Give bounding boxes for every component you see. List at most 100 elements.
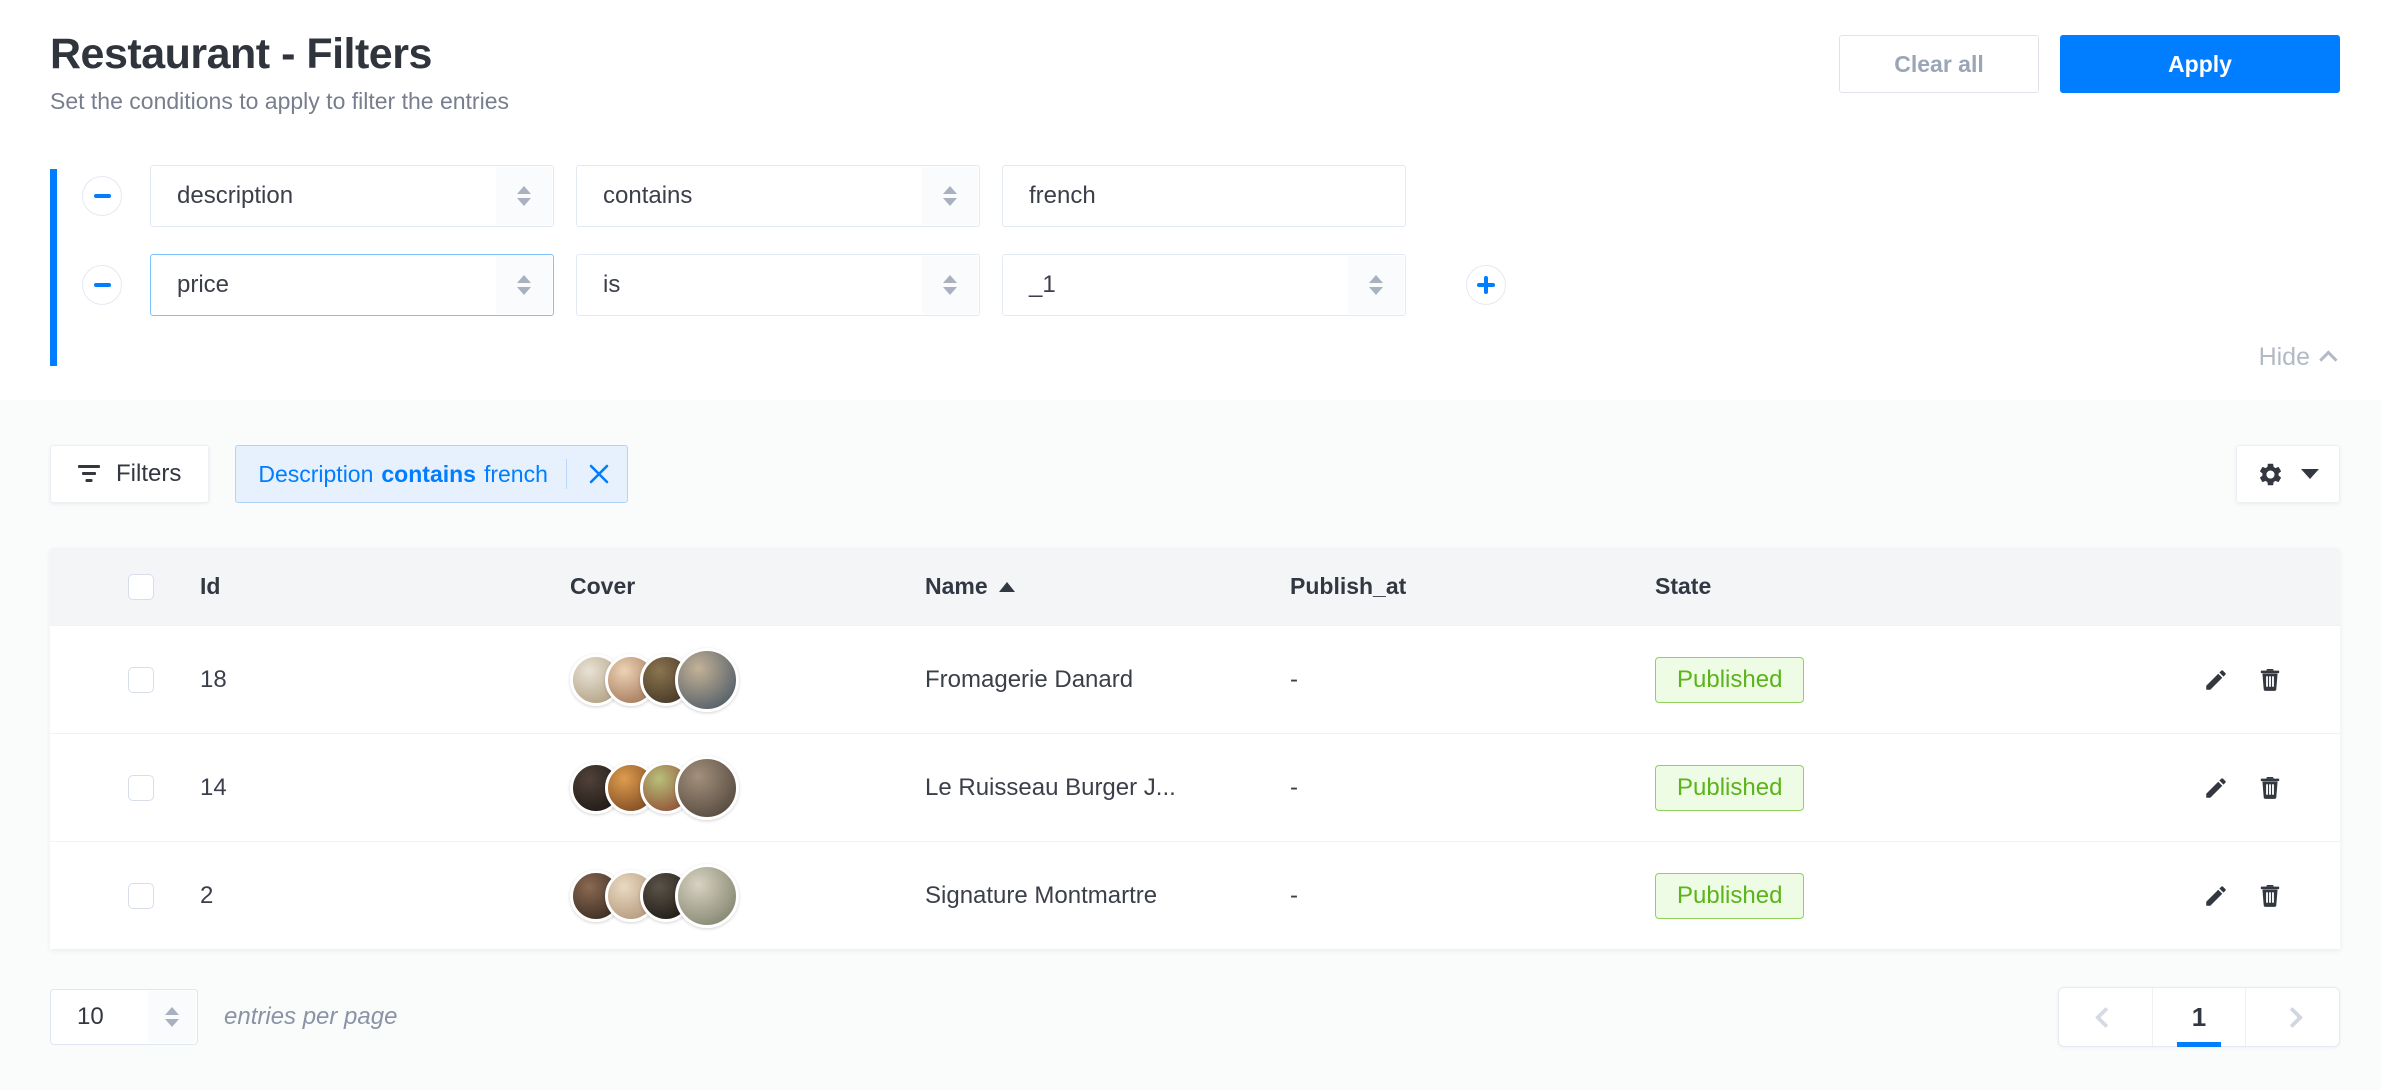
field-select-value: price bbox=[177, 271, 229, 299]
plus-icon bbox=[1477, 276, 1495, 294]
add-filter-button[interactable] bbox=[1466, 265, 1506, 305]
filter-row: description contains bbox=[82, 165, 2381, 227]
chevron-right-icon bbox=[2282, 1006, 2303, 1027]
header-checkbox-cell bbox=[50, 574, 200, 600]
caret-down-icon bbox=[2301, 469, 2319, 479]
status-badge: Published bbox=[1655, 765, 1804, 811]
filter-icon bbox=[78, 465, 100, 483]
cell-id: 2 bbox=[200, 882, 570, 910]
status-badge: Published bbox=[1655, 657, 1804, 703]
filter-tag-value: french bbox=[484, 461, 548, 488]
cell-name: Le Ruisseau Burger J... bbox=[925, 774, 1290, 802]
chevron-left-icon bbox=[2095, 1006, 2116, 1027]
page-header: Restaurant - Filters Set the conditions … bbox=[0, 0, 2381, 115]
previous-page-button[interactable] bbox=[2059, 988, 2152, 1046]
select-arrows-icon bbox=[148, 991, 196, 1043]
header-actions: Clear all Apply bbox=[1839, 35, 2340, 115]
delete-button[interactable] bbox=[2256, 666, 2284, 694]
field-select[interactable]: price bbox=[150, 254, 554, 316]
delete-button[interactable] bbox=[2256, 882, 2284, 910]
filters-button[interactable]: Filters bbox=[50, 445, 209, 503]
select-all-checkbox[interactable] bbox=[128, 574, 154, 600]
cell-id: 14 bbox=[200, 774, 570, 802]
cell-publish-at: - bbox=[1290, 774, 1655, 802]
value-select[interactable]: _1 bbox=[1002, 254, 1406, 316]
column-header-name[interactable]: Name bbox=[925, 573, 1290, 600]
tag-divider bbox=[566, 459, 567, 489]
edit-button[interactable] bbox=[2202, 774, 2230, 802]
page-heading: Restaurant - Filters Set the conditions … bbox=[50, 30, 509, 115]
row-checkbox[interactable] bbox=[128, 775, 154, 801]
cell-id: 18 bbox=[200, 666, 570, 694]
filter-row: price is _1 bbox=[82, 254, 2381, 316]
next-page-button[interactable] bbox=[2246, 988, 2339, 1046]
row-checkbox[interactable] bbox=[128, 667, 154, 693]
select-arrows-icon bbox=[1348, 256, 1404, 314]
pencil-icon bbox=[2203, 883, 2229, 909]
select-arrows-icon bbox=[922, 256, 978, 314]
table-footer: 10 entries per page 1 bbox=[50, 987, 2340, 1047]
filter-tag-field: Description bbox=[258, 461, 373, 488]
list-toolbar: Filters Description contains french bbox=[50, 445, 2340, 503]
delete-button[interactable] bbox=[2256, 774, 2284, 802]
cell-publish-at: - bbox=[1290, 666, 1655, 694]
page-size-select[interactable]: 10 bbox=[50, 989, 198, 1045]
sort-asc-icon bbox=[999, 582, 1015, 592]
builder-accent-bar bbox=[50, 169, 57, 366]
active-filter-tag[interactable]: Description contains french bbox=[235, 445, 628, 503]
trash-icon bbox=[2257, 667, 2283, 693]
chevron-up-icon bbox=[2319, 350, 2337, 368]
remove-filter-button[interactable] bbox=[82, 176, 122, 216]
cover-images bbox=[570, 864, 925, 928]
page-title: Restaurant - Filters bbox=[50, 30, 509, 79]
column-header-publish-at[interactable]: Publish_at bbox=[1290, 573, 1655, 600]
value-select-value: _1 bbox=[1029, 271, 1056, 299]
select-arrows-icon bbox=[922, 167, 978, 225]
trash-icon bbox=[2257, 775, 2283, 801]
field-select-value: description bbox=[177, 182, 293, 210]
filter-builder: description contains price is _1 bbox=[50, 165, 2381, 372]
entries-table: Id Cover Name Publish_at State 18 Fromag… bbox=[50, 548, 2340, 949]
pencil-icon bbox=[2203, 667, 2229, 693]
row-checkbox[interactable] bbox=[128, 883, 154, 909]
table-row[interactable]: 2 Signature Montmartre - Published bbox=[50, 841, 2340, 949]
clear-all-button[interactable]: Clear all bbox=[1839, 35, 2039, 93]
column-header-cover[interactable]: Cover bbox=[570, 573, 925, 600]
cell-publish-at: - bbox=[1290, 882, 1655, 910]
current-page-indicator bbox=[2177, 1042, 2221, 1047]
cell-name: Signature Montmartre bbox=[925, 882, 1290, 910]
page-subtitle: Set the conditions to apply to filter th… bbox=[50, 88, 509, 115]
page-size-value: 10 bbox=[77, 1003, 104, 1031]
cover-images bbox=[570, 648, 925, 712]
table-row[interactable]: 14 Le Ruisseau Burger J... - Published bbox=[50, 733, 2340, 841]
apply-button[interactable]: Apply bbox=[2060, 35, 2340, 93]
edit-button[interactable] bbox=[2202, 666, 2230, 694]
filters-button-label: Filters bbox=[116, 460, 181, 488]
select-arrows-icon bbox=[496, 256, 552, 314]
gear-icon bbox=[2257, 461, 2284, 488]
page-1-button[interactable]: 1 bbox=[2152, 988, 2245, 1046]
operator-select[interactable]: contains bbox=[576, 165, 980, 227]
remove-filter-button[interactable] bbox=[82, 265, 122, 305]
column-header-state[interactable]: State bbox=[1655, 573, 2150, 600]
cover-images bbox=[570, 756, 925, 820]
operator-select[interactable]: is bbox=[576, 254, 980, 316]
restaurant-photo bbox=[675, 756, 739, 820]
restaurant-photo bbox=[675, 864, 739, 928]
hide-label: Hide bbox=[2259, 343, 2310, 372]
restaurant-photo bbox=[675, 648, 739, 712]
column-header-id[interactable]: Id bbox=[200, 573, 570, 600]
operator-select-value: is bbox=[603, 271, 620, 299]
settings-dropdown-button[interactable] bbox=[2236, 445, 2340, 503]
pencil-icon bbox=[2203, 775, 2229, 801]
table-row[interactable]: 18 Fromagerie Danard - Published bbox=[50, 625, 2340, 733]
close-icon bbox=[589, 464, 609, 484]
field-select[interactable]: description bbox=[150, 165, 554, 227]
select-arrows-icon bbox=[496, 167, 552, 225]
entries-per-page-label: entries per page bbox=[224, 1003, 397, 1031]
filter-value-input[interactable] bbox=[1002, 165, 1406, 227]
page-size-control: 10 entries per page bbox=[50, 989, 397, 1045]
edit-button[interactable] bbox=[2202, 882, 2230, 910]
remove-tag-button[interactable] bbox=[577, 452, 621, 496]
hide-filters-toggle[interactable]: Hide bbox=[82, 343, 2381, 372]
